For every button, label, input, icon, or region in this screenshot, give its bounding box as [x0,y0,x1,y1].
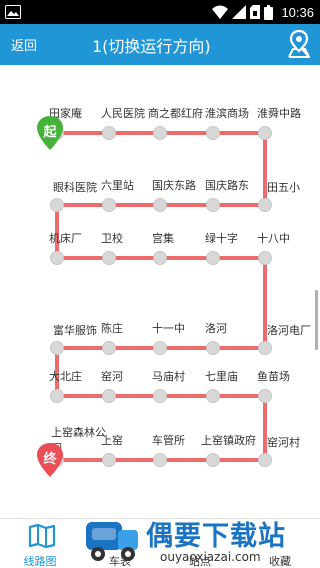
station-label[interactable]: 陈庄 [101,320,123,336]
battery-icon [264,4,274,20]
station-node[interactable] [153,341,167,355]
status-bar: 10:36 [0,0,320,24]
station-label[interactable]: 商之都红府 [148,105,203,121]
station-label[interactable]: 富华服饰 [53,322,97,338]
station-label[interactable]: 淮滨商场 [205,105,249,121]
tab-route-map-label: 线路图 [23,555,57,568]
station-label[interactable]: 十八中 [257,230,290,246]
station-label[interactable]: 宫集 [152,230,174,246]
station-node[interactable] [206,389,220,403]
status-time: 10:36 [281,4,314,20]
station-node[interactable] [258,126,272,140]
station-node[interactable] [153,251,167,265]
station-label[interactable]: 洛河电厂 [267,322,311,338]
map-location-icon[interactable] [286,29,312,59]
station-node[interactable] [102,126,116,140]
watermark-url: ouyaoxiazai.com [160,550,261,564]
tab-route-map[interactable]: 线路图 [8,519,72,568]
station-label[interactable]: 洛河 [205,320,227,336]
station-node[interactable] [50,389,64,403]
back-button[interactable]: 返回 [11,35,37,54]
station-node[interactable] [258,198,272,212]
station-node[interactable] [258,453,272,467]
station-node[interactable] [153,198,167,212]
station-label[interactable]: 国庆路东 [205,177,249,193]
station-label[interactable]: 田五小 [267,179,300,195]
route-map: 田家庵 人民医院 商之都红府 淮滨商场 淮舜中路 田五小 国庆路东 国庆东路 六里站 眼科医院 机床… [0,65,320,520]
station-label[interactable]: 眼科医院 [53,179,97,195]
station-label[interactable]: 国庆东路 [152,177,196,193]
watermark: 偶要下载站 ouyaoxiazai.com [84,512,316,568]
scrollbar[interactable] [315,290,318,350]
station-label[interactable]: 马庙村 [152,368,185,384]
station-label[interactable]: 淮舜中路 [257,105,301,121]
station-label[interactable]: 人民医院 [101,105,145,121]
station-node[interactable] [258,389,272,403]
truck-logo-icon [84,516,142,564]
app-screen: 10:36 返回 1(切换运行方向) 田家庵 人民医院 商之都红府 淮滨商场 淮舜中路田… [0,0,320,568]
station-node[interactable] [153,126,167,140]
station-label[interactable]: 七里庙 [205,368,238,384]
station-label[interactable]: 绿十字 [205,230,238,246]
station-node[interactable] [50,341,64,355]
station-node[interactable] [206,341,220,355]
start-badge: 起 [35,115,65,151]
station-node[interactable] [153,453,167,467]
station-label[interactable]: 窑河 [101,368,123,384]
sim-icon [250,5,261,19]
end-badge: 终 [35,442,65,478]
start-badge-text: 起 [43,125,57,140]
station-label[interactable]: 大北庄 [49,368,82,384]
route-line-connector [263,396,267,460]
station-node[interactable] [206,126,220,140]
end-badge-text: 终 [43,452,57,467]
station-node[interactable] [102,251,116,265]
station-label[interactable]: 六里站 [101,177,134,193]
wifi-icon [212,5,229,19]
station-node[interactable] [102,341,116,355]
station-label[interactable]: 十一中 [152,320,185,336]
station-label[interactable]: 车管所 [152,432,185,448]
image-notification-icon [5,4,21,19]
station-label[interactable]: 上窑镇政府 [201,432,256,448]
station-node[interactable] [206,198,220,212]
station-node[interactable] [102,389,116,403]
station-node[interactable] [153,389,167,403]
station-label[interactable]: 机床厂 [49,230,82,246]
station-label[interactable]: 卫校 [101,230,123,246]
app-bar: 返回 1(切换运行方向) [0,24,320,65]
watermark-title: 偶要下载站 [146,521,286,552]
station-label[interactable]: 窑河村 [267,434,300,450]
station-node[interactable] [258,251,272,265]
page-title[interactable]: 1(切换运行方向) [92,33,211,57]
signal-icon [232,5,247,19]
station-node[interactable] [50,198,64,212]
station-node[interactable] [258,341,272,355]
station-label[interactable]: 鱼苗场 [257,368,290,384]
station-node[interactable] [50,251,64,265]
station-node[interactable] [206,453,220,467]
station-node[interactable] [206,251,220,265]
station-node[interactable] [102,198,116,212]
book-map-icon [28,523,56,553]
